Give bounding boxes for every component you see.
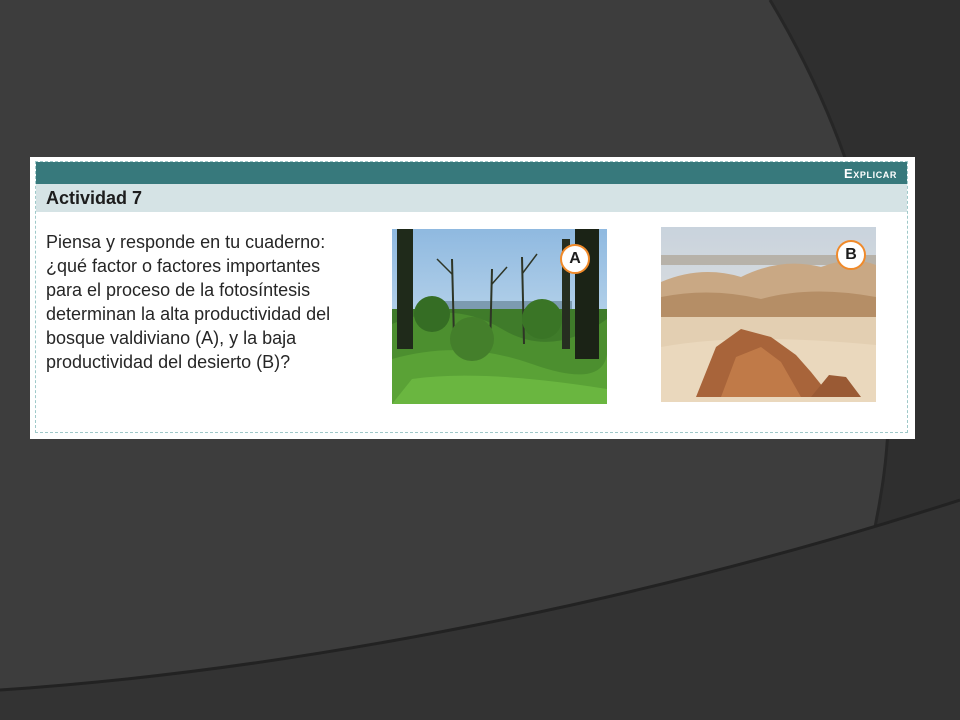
badge-a: A: [560, 244, 590, 274]
question-line: bosque valdiviano (A), y la baja: [46, 328, 297, 348]
activity-card: Explicar Actividad 7 Piensa y responde e…: [30, 157, 915, 439]
activity-title: Actividad 7: [46, 188, 143, 208]
badge-b: B: [836, 240, 866, 270]
section-header-bar: Explicar: [36, 162, 907, 184]
question-line: determinan la alta productividad del: [46, 304, 331, 324]
section-label: Explicar: [844, 166, 897, 181]
question-line: para el proceso de la fotosíntesis: [46, 280, 311, 300]
question-line: Piensa y responde en tu cuaderno:: [46, 232, 326, 252]
activity-question: Piensa y responde en tu cuaderno: ¿qué fa…: [46, 230, 376, 374]
question-line: ¿qué factor o factores importantes: [46, 256, 321, 276]
activity-title-bar: Actividad 7: [36, 184, 907, 212]
question-line: productividad del desierto (B)?: [46, 352, 291, 372]
